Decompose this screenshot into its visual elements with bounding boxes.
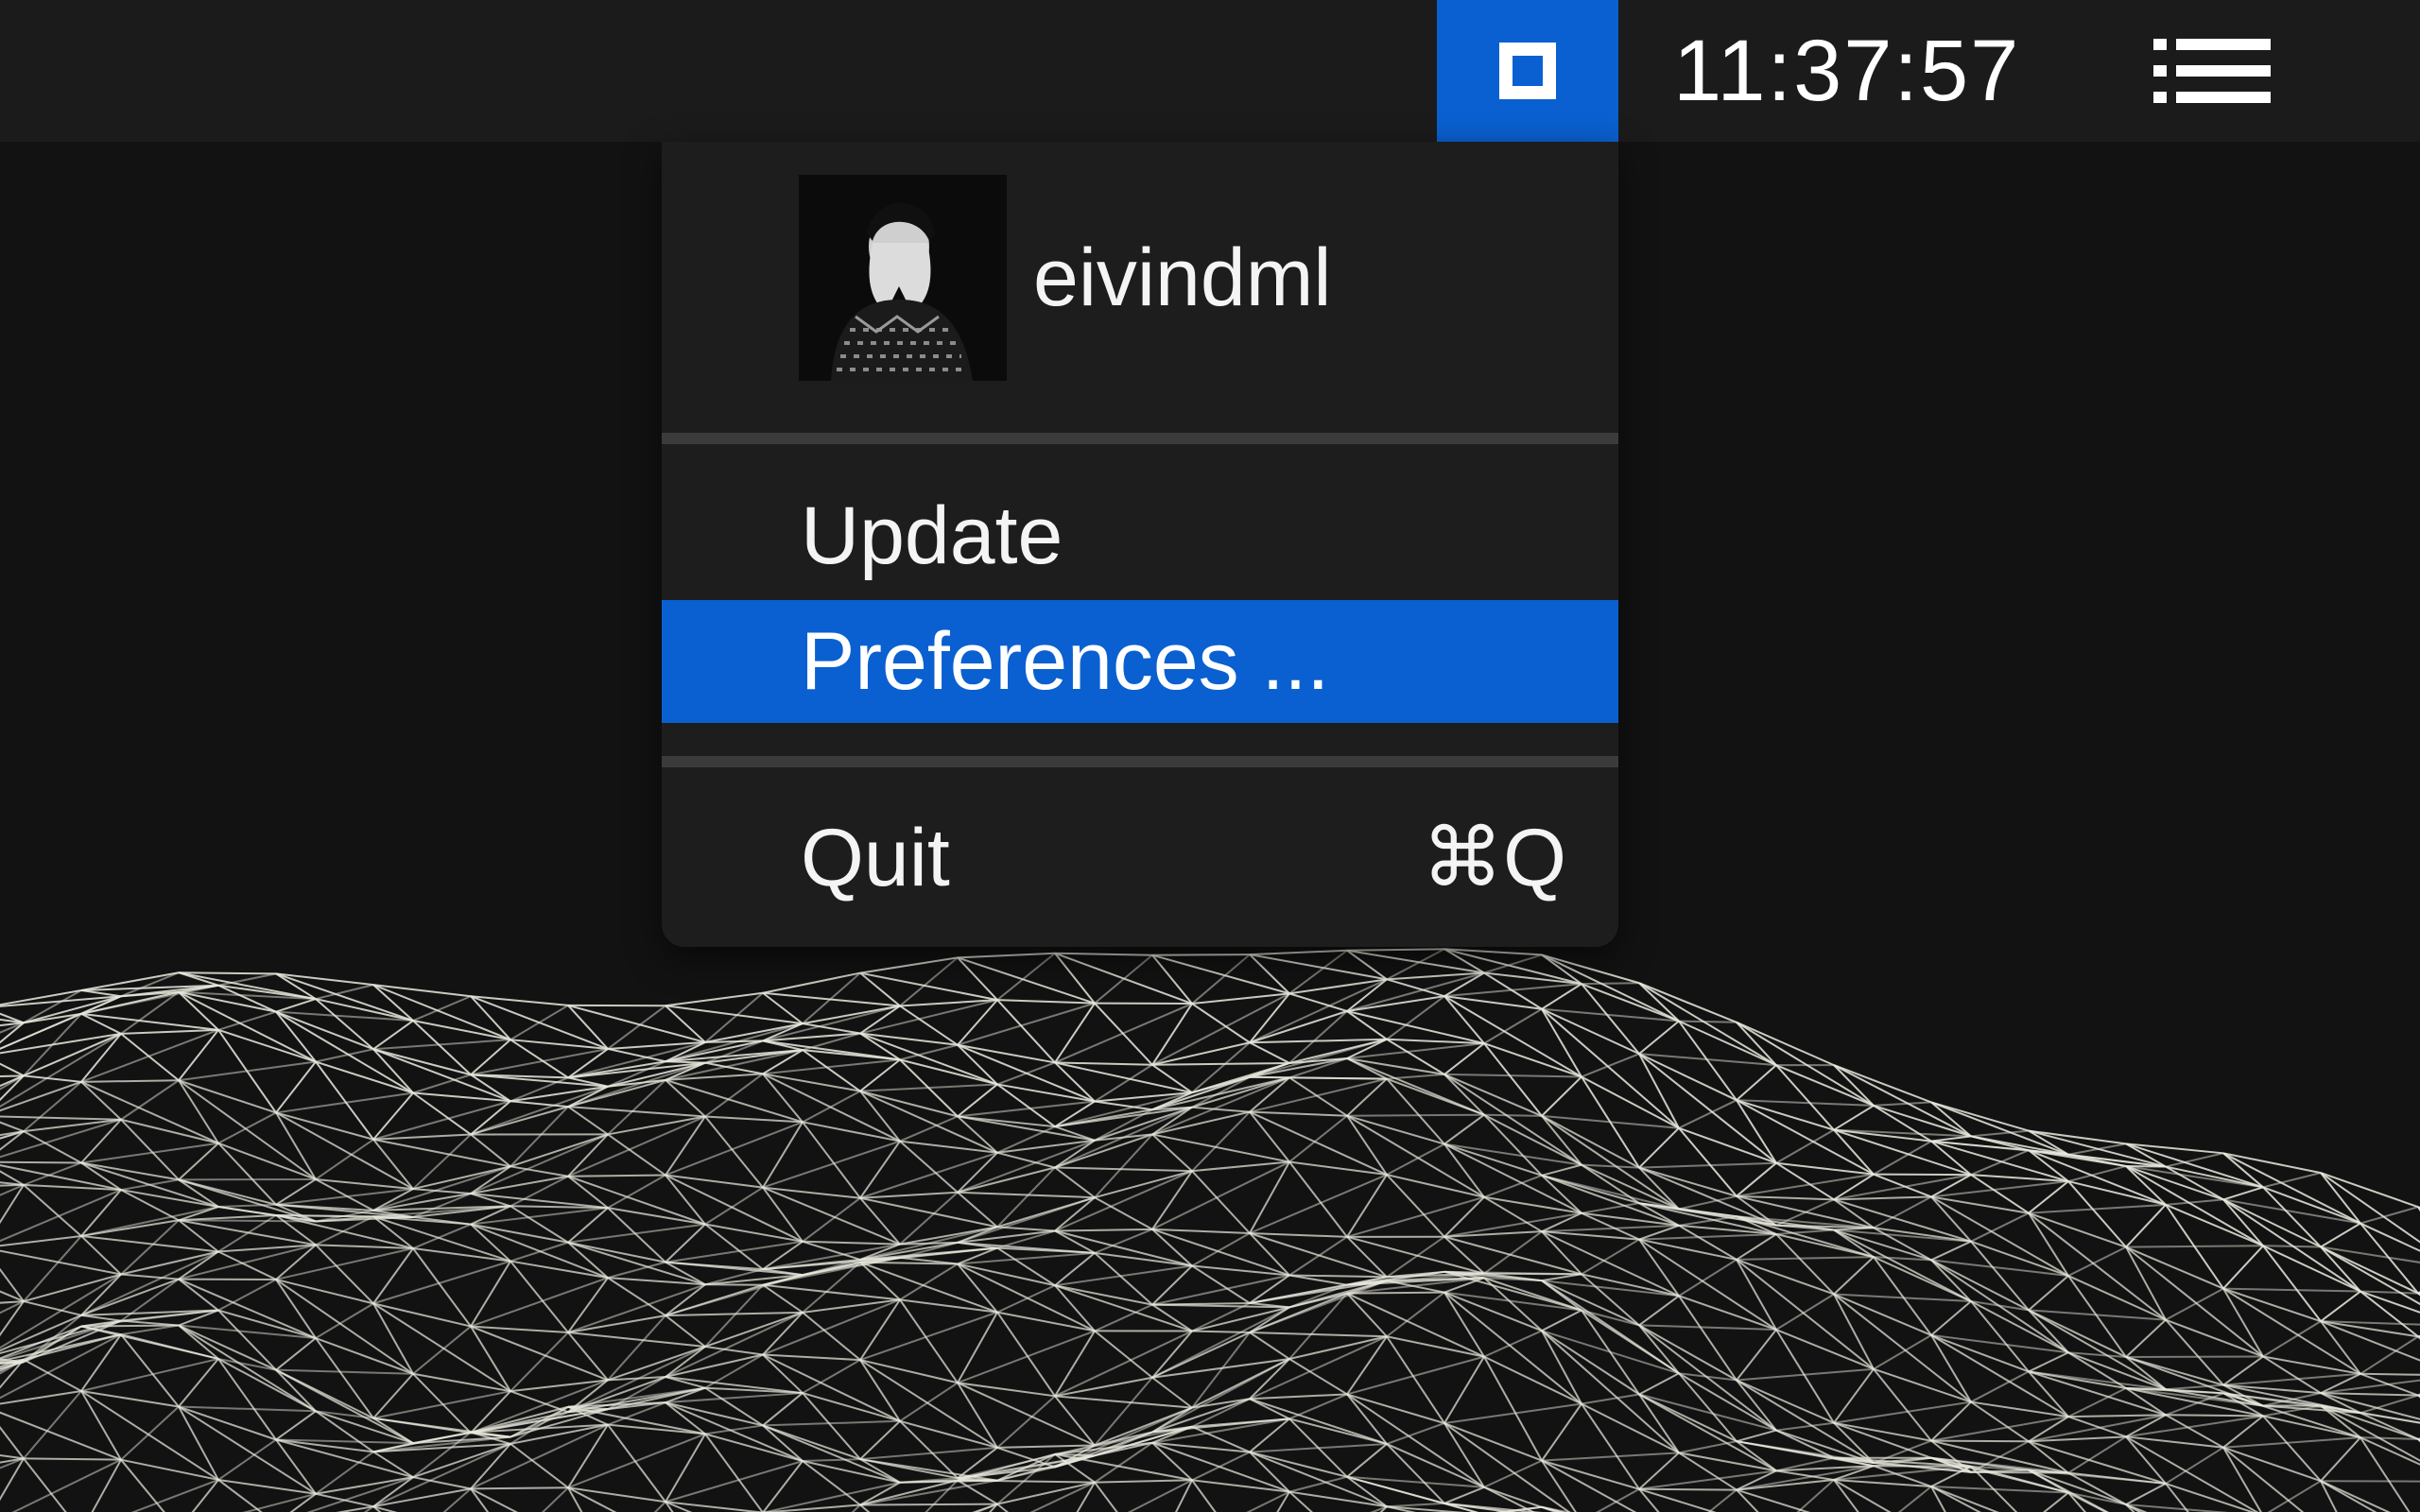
menu-item-label: Update [801,490,1063,581]
menu-item-preferences[interactable]: Preferences ... [662,600,1618,723]
avatar [799,175,1007,381]
status-dropdown-menu: eivindml Update Preferences ... Quit ⌘Q [662,142,1618,947]
menu-item-quit[interactable]: Quit ⌘Q [662,797,1618,919]
app-status-item[interactable] [1437,0,1618,142]
menu-bar-clock[interactable]: 11:37:57 [1673,0,2020,142]
username-label: eivindml [1033,232,1332,323]
menu-bar: 11:37:57 [0,0,2420,142]
menu-item-label: Quit [801,812,950,903]
list-icon [2153,39,2271,103]
quit-shortcut-label: ⌘Q [1422,813,1566,903]
menu-user-header: eivindml [799,175,1331,381]
menu-separator [662,756,1618,767]
square-icon [1499,43,1556,99]
menu-separator [662,433,1618,444]
menu-item-update[interactable]: Update [662,474,1618,597]
menu-item-label: Preferences ... [801,615,1330,707]
terrain-mesh [0,948,2420,1512]
list-status-item[interactable] [2146,0,2278,142]
